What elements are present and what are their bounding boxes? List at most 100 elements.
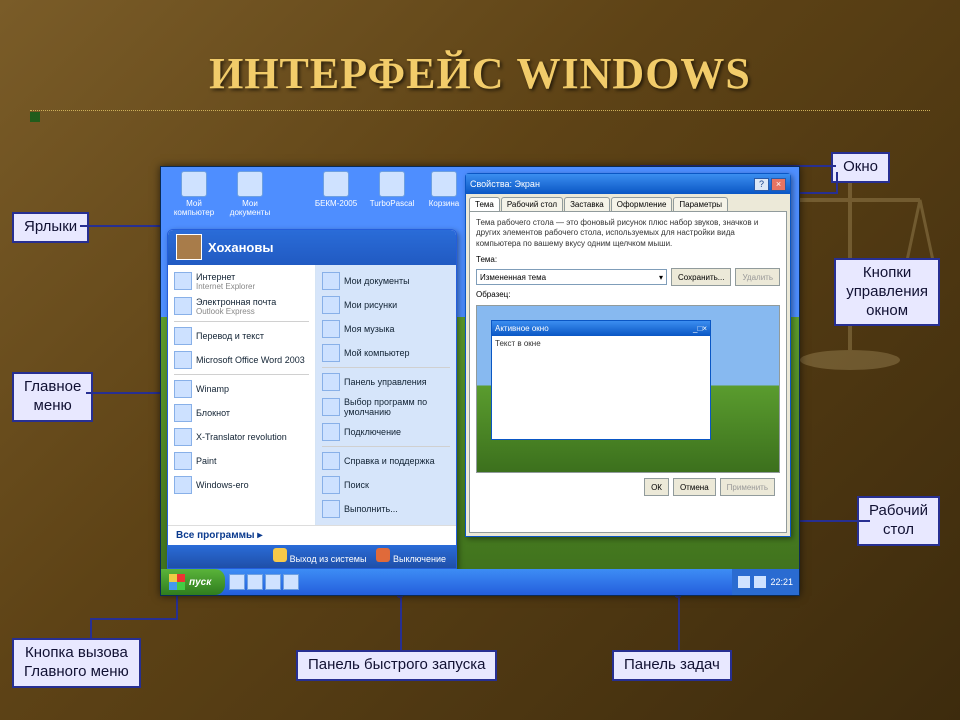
start-menu-item[interactable]: Справка и поддержка — [318, 449, 454, 473]
start-menu-item[interactable]: Панель управления — [318, 370, 454, 394]
theme-description: Тема рабочего стола — это фоновый рисуно… — [476, 218, 780, 249]
cancel-button[interactable]: Отмена — [673, 478, 716, 496]
quick-launch — [229, 574, 299, 590]
start-menu-left: ИнтернетInternet ExplorerЭлектронная поч… — [168, 265, 316, 525]
start-menu-header: Хохановы — [168, 230, 456, 265]
ok-button[interactable]: ОК — [644, 478, 669, 496]
app-icon — [174, 404, 192, 422]
quicklaunch-item[interactable] — [265, 574, 281, 590]
start-menu-item[interactable]: Windows-его — [170, 473, 313, 497]
desktop-icon[interactable]: Мои документы — [225, 171, 275, 217]
app-icon — [323, 171, 349, 197]
preview-window-title: Активное окно — [495, 324, 549, 333]
folder-icon — [322, 320, 340, 338]
preview-window: Активное окно _□× Текст в окне — [491, 320, 711, 440]
folder-icon — [322, 476, 340, 494]
tab-strip: ТемаРабочий столЗаставкаОформлениеПараме… — [466, 194, 790, 211]
user-name: Хохановы — [208, 240, 273, 255]
help-button[interactable]: ? — [754, 178, 769, 191]
chevron-down-icon: ▾ — [659, 273, 663, 282]
tray-icon[interactable] — [738, 576, 750, 588]
callout-window: Окно — [831, 152, 890, 183]
callout-shortcuts: Ярлыки — [12, 212, 89, 243]
quicklaunch-item[interactable] — [247, 574, 263, 590]
start-menu-item[interactable]: Выполнить... — [318, 497, 454, 521]
preview-label: Образец: — [476, 290, 780, 299]
app-icon — [174, 380, 192, 398]
start-menu-item[interactable]: Мои рисунки — [318, 293, 454, 317]
logoff-button[interactable]: Выход из системы — [273, 548, 366, 564]
save-theme-button[interactable]: Сохранить... — [671, 268, 731, 286]
tray-icon[interactable] — [754, 576, 766, 588]
start-button[interactable]: пуск — [161, 569, 225, 595]
callout-startbutton: Кнопка вызова Главного меню — [12, 638, 141, 688]
taskbar: пуск 22:21 — [161, 569, 799, 595]
start-menu-item[interactable]: Электронная почтаOutlook Express — [170, 294, 313, 319]
start-menu-item[interactable]: Winamp — [170, 377, 313, 401]
all-programs[interactable]: Все программы ▸ — [168, 525, 456, 545]
user-avatar — [176, 234, 202, 260]
shutdown-button[interactable]: Выключение — [376, 548, 446, 564]
screenshot-region: Мой компьютер Мои документы БЕКМ-2005 Tu… — [160, 166, 800, 596]
folder-icon — [322, 423, 340, 441]
desktop-icon[interactable]: БЕКМ-2005 — [311, 171, 361, 208]
app-icon — [174, 428, 192, 446]
folder-icon — [322, 272, 340, 290]
close-button[interactable]: × — [771, 178, 786, 191]
theme-preview: Активное окно _□× Текст в окне — [476, 305, 780, 473]
start-menu-item[interactable]: Paint — [170, 449, 313, 473]
start-menu-item[interactable]: Перевод и текст — [170, 324, 313, 348]
folder-icon — [322, 373, 340, 391]
app-icon — [174, 327, 192, 345]
preview-window-text: Текст в окне — [492, 336, 710, 351]
theme-select[interactable]: Измененная тема▾ — [476, 269, 667, 285]
start-menu-item[interactable]: Поиск — [318, 473, 454, 497]
windows-logo-icon — [169, 574, 185, 590]
start-menu-item[interactable]: Мои документы — [318, 269, 454, 293]
folder-icon — [322, 452, 340, 470]
start-menu-item[interactable]: X-Translator revolution — [170, 425, 313, 449]
leader-line — [86, 392, 170, 394]
apply-button[interactable]: Применить — [720, 478, 775, 496]
window-title: Свойства: Экран — [470, 179, 540, 189]
folder-icon — [322, 500, 340, 518]
callout-windowcontrols: Кнопки управления окном — [834, 258, 940, 326]
tab-4[interactable]: Параметры — [673, 197, 728, 211]
callout-quicklaunch: Панель быстрого запуска — [296, 650, 497, 681]
tab-0[interactable]: Тема — [469, 197, 500, 211]
leader-line — [800, 520, 870, 522]
desktop-icon[interactable]: TurboPascal — [367, 171, 417, 208]
start-menu-item[interactable]: ИнтернетInternet Explorer — [170, 269, 313, 294]
callout-taskbar: Панель задач — [612, 650, 732, 681]
app-icon — [174, 351, 192, 369]
close-icon: × — [702, 324, 707, 333]
start-menu-item[interactable]: Выбор программ по умолчанию — [318, 394, 454, 420]
quicklaunch-item[interactable] — [229, 574, 245, 590]
window-titlebar[interactable]: Свойства: Экран ?× — [466, 174, 790, 194]
folder-icon — [237, 171, 263, 197]
folder-icon — [322, 398, 340, 416]
start-menu-item[interactable]: Подключение — [318, 420, 454, 444]
start-menu-item[interactable]: Microsoft Office Word 2003 — [170, 348, 313, 372]
app-icon — [174, 272, 192, 290]
quicklaunch-item[interactable] — [283, 574, 299, 590]
app-icon — [174, 297, 192, 315]
app-icon — [174, 476, 192, 494]
desktop-icon[interactable]: Мой компьютер — [169, 171, 219, 217]
folder-icon — [322, 296, 340, 314]
start-menu-item[interactable]: Мой компьютер — [318, 341, 454, 365]
start-menu-item[interactable]: Моя музыка — [318, 317, 454, 341]
start-menu-item[interactable]: Блокнот — [170, 401, 313, 425]
desktop-icon[interactable]: Корзина — [419, 171, 469, 208]
delete-theme-button[interactable]: Удалить — [735, 268, 780, 286]
callout-mainmenu: Главное меню — [12, 372, 93, 422]
display-properties-window: Свойства: Экран ?× ТемаРабочий столЗаста… — [465, 173, 791, 537]
leader-line — [80, 225, 168, 227]
start-menu-footer: Выход из системы Выключение — [168, 545, 456, 568]
tab-2[interactable]: Заставка — [564, 197, 610, 211]
app-icon — [174, 452, 192, 470]
leader-line — [678, 598, 680, 650]
tab-1[interactable]: Рабочий стол — [501, 197, 563, 211]
tab-3[interactable]: Оформление — [611, 197, 673, 211]
slide-title: ИНТЕРФЕЙС WINDOWS — [0, 48, 960, 99]
